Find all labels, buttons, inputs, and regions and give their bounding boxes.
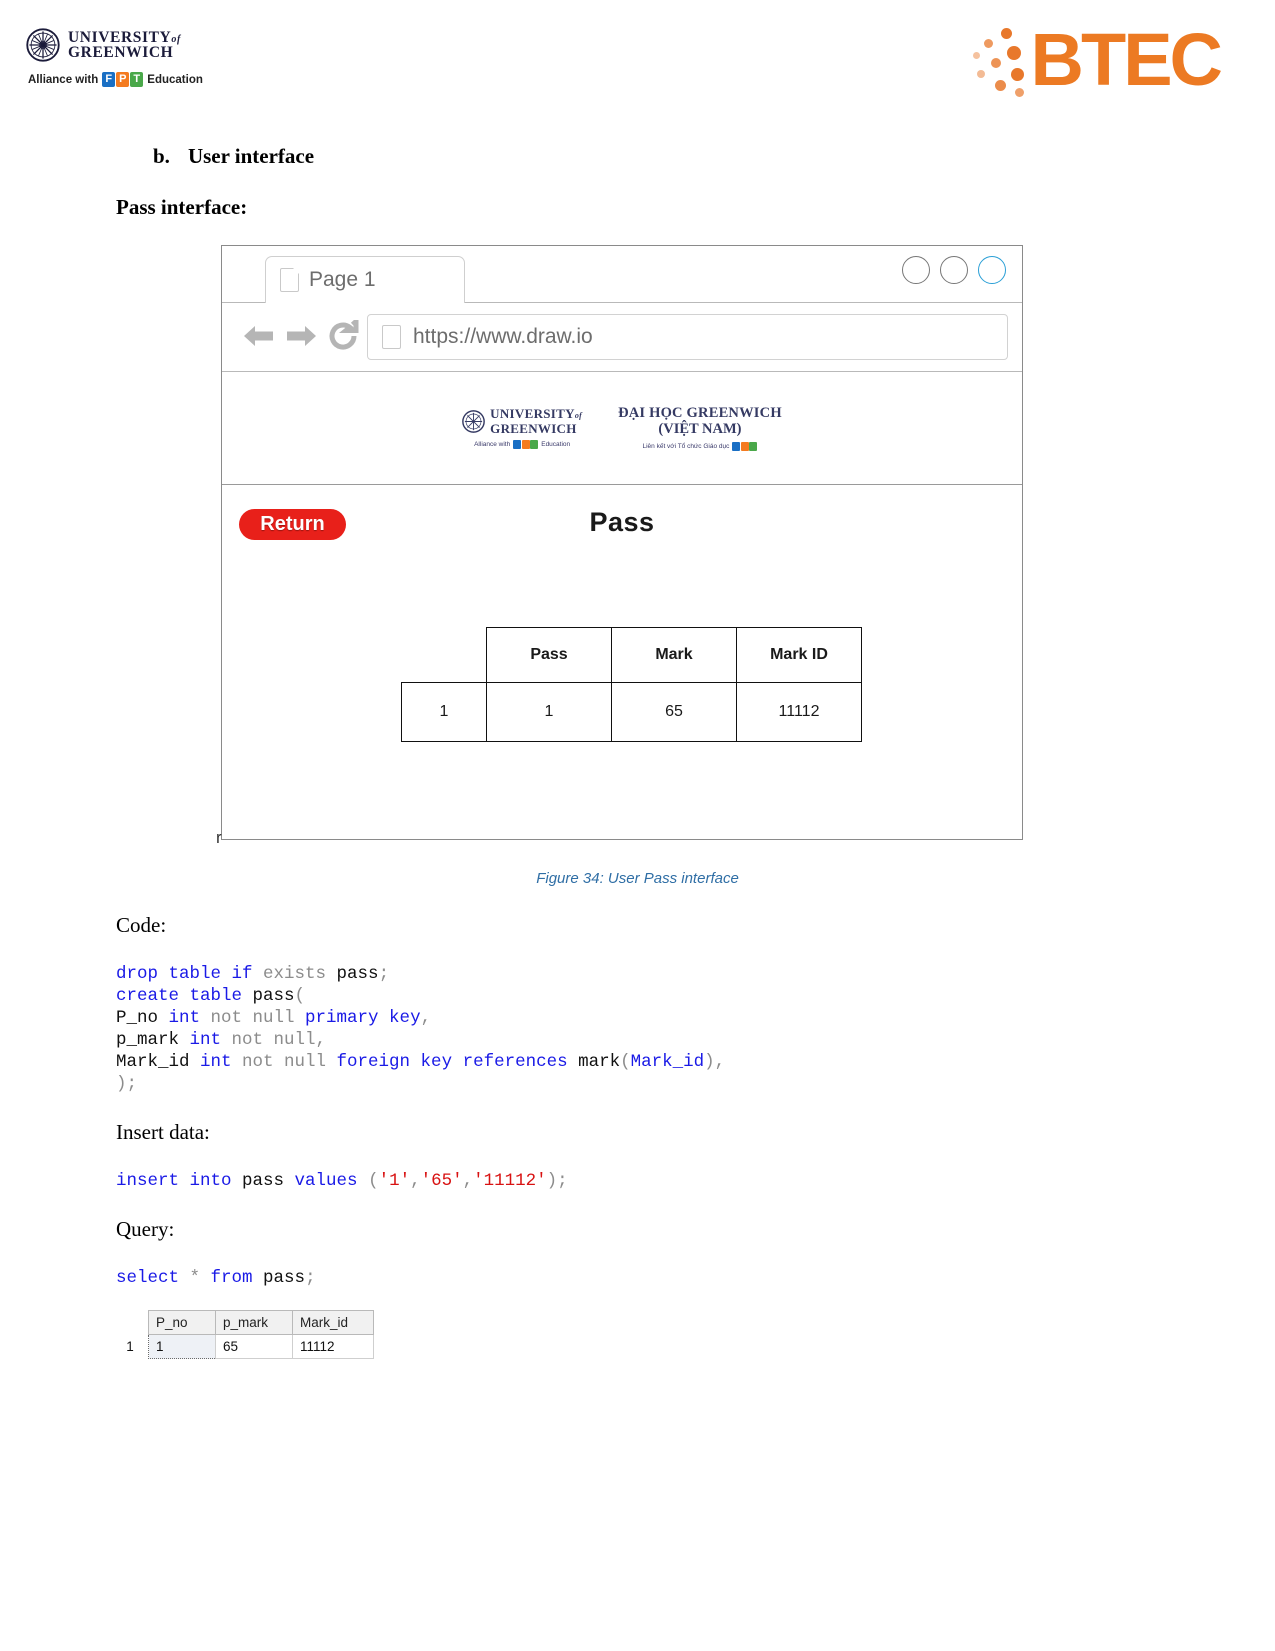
btec-logo: BTEC xyxy=(971,18,1223,101)
browser-tab-bar: Page 1 xyxy=(222,246,1022,303)
grid-row-number: 1 xyxy=(126,1339,134,1354)
table-header-markid: Mark ID xyxy=(736,627,862,683)
window-controls xyxy=(902,256,1006,284)
university-of-greenwich-logo: UNIVERSITYof GREENWICH Alliance with F P… xyxy=(26,28,226,87)
code-label: Code: xyxy=(116,913,167,937)
forward-arrow-icon[interactable] xyxy=(284,321,318,351)
create-table-code: drop table if exists pass; create table … xyxy=(116,964,726,1094)
vn-sub-label: Liên kết với Tổ chức Giáo dục xyxy=(642,442,730,450)
ph-alliance-label: Alliance with xyxy=(474,440,511,448)
browser-tab[interactable]: Page 1 xyxy=(265,256,465,303)
browser-url-bar: https://www.draw.io xyxy=(222,303,1022,372)
ph-logo-line2: GREENWICH xyxy=(490,420,577,436)
fpt-p: P xyxy=(116,72,130,87)
page-header-banner: UNIVERSITYof GREENWICH Alliance with Edu… xyxy=(222,372,1022,485)
section-number: b. xyxy=(153,144,170,168)
ph-logo-of: of xyxy=(574,410,583,420)
grid-cell-pno[interactable]: 1 xyxy=(148,1334,216,1359)
greenwich-seal-icon xyxy=(26,28,60,62)
result-grid: P_no p_mark Mark_id 1 1 65 11112 xyxy=(112,1310,374,1359)
page-title: Pass xyxy=(589,507,655,537)
document-icon xyxy=(382,325,401,349)
insert-data-label: Insert data: xyxy=(116,1120,210,1144)
table-header-mark: Mark xyxy=(611,627,737,683)
logo-line1: UNIVERSITY xyxy=(68,28,172,46)
subsection-heading: Pass interface: xyxy=(116,195,248,219)
section-title: User interface xyxy=(187,144,315,168)
page-stub-text: r xyxy=(216,828,222,847)
url-input[interactable]: https://www.draw.io xyxy=(367,314,1008,360)
vn-logo-line2: (VIỆT NAM) xyxy=(658,420,742,437)
maximize-button[interactable] xyxy=(940,256,968,284)
grid-col-markid[interactable]: Mark_id xyxy=(292,1310,374,1335)
document-icon xyxy=(280,268,299,292)
alliance-with-fpt: Alliance with F P T Education xyxy=(28,72,226,87)
btec-dots-icon xyxy=(971,22,1031,98)
query-code: select * from pass; xyxy=(116,1268,316,1288)
grid-cell-pmark[interactable]: 65 xyxy=(215,1334,293,1359)
close-button[interactable] xyxy=(978,256,1006,284)
fpt-logo-icon xyxy=(513,439,539,449)
grid-corner xyxy=(112,1311,149,1335)
grid-col-pmark[interactable]: p_mark xyxy=(215,1310,293,1335)
grid-cell-markid[interactable]: 11112 xyxy=(292,1334,374,1359)
result-grid-header-row: P_no p_mark Mark_id xyxy=(112,1310,374,1335)
grid-col-pno[interactable]: P_no xyxy=(148,1310,216,1335)
page-header-right-logo: ĐẠI HỌC GREENWICH (VIỆT NAM) Liên kết vớ… xyxy=(618,404,782,451)
back-arrow-icon[interactable] xyxy=(242,321,276,351)
vn-logo-line1: ĐẠI HỌC GREENWICH xyxy=(618,404,782,421)
table-corner-cell xyxy=(402,628,487,683)
logo-line2: GREENWICH xyxy=(68,44,174,61)
url-text: https://www.draw.io xyxy=(413,325,593,348)
greenwich-seal-icon xyxy=(462,409,486,433)
ph-education-label: Education xyxy=(541,440,571,448)
query-label: Query: xyxy=(116,1217,175,1241)
table-header-pass: Pass xyxy=(486,627,612,683)
alliance-label: Alliance with xyxy=(28,73,99,86)
browser-nav-icons xyxy=(242,320,360,352)
letterhead: UNIVERSITYof GREENWICH Alliance with F P… xyxy=(0,0,1275,125)
cell-pass: 1 xyxy=(486,682,612,742)
row-index: 1 xyxy=(401,682,487,742)
insert-code: insert into pass values ('1','65','11112… xyxy=(116,1171,568,1191)
pass-table: Pass Mark Mark ID 1 1 65 11112 xyxy=(401,627,862,742)
fpt-f: F xyxy=(102,72,116,87)
figure-caption: Figure 34: User Pass interface xyxy=(536,870,739,887)
ph-logo-line1: UNIVERSITY xyxy=(490,405,575,421)
result-grid-row: 1 1 65 11112 xyxy=(112,1334,374,1359)
fpt-logo-icon xyxy=(732,441,758,451)
table-header-row: Pass Mark Mark ID xyxy=(402,627,862,683)
btec-wordmark: BTEC xyxy=(1030,18,1223,101)
logo-of: of xyxy=(171,33,181,45)
reload-icon[interactable] xyxy=(326,320,360,352)
page-header-left-logo: UNIVERSITYof GREENWICH Alliance with Edu… xyxy=(462,405,583,449)
browser-mockup: Page 1 https://www.draw.io UNIVERSITYof … xyxy=(216,245,1023,847)
fpt-logo-icon: F P T xyxy=(102,72,144,87)
section-heading: b. User interface xyxy=(153,144,314,169)
education-label: Education xyxy=(147,73,203,86)
cell-markid: 11112 xyxy=(736,682,862,742)
browser-tab-label: Page 1 xyxy=(309,268,376,291)
table-row: 1 1 65 11112 xyxy=(401,682,862,742)
minimize-button[interactable] xyxy=(902,256,930,284)
fpt-t: T xyxy=(130,72,144,87)
cell-mark: 65 xyxy=(611,682,737,742)
